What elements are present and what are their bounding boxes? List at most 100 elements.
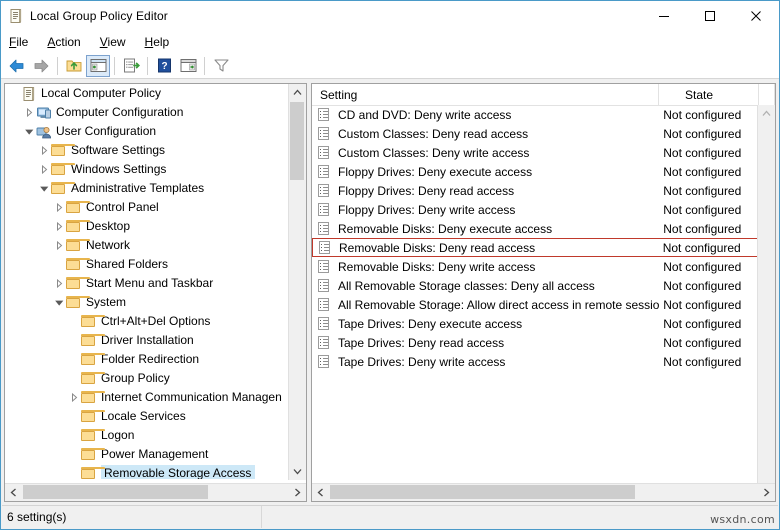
tree-item[interactable]: Ctrl+Alt+Del Options — [5, 312, 289, 331]
tree-scroll-right-arrow[interactable] — [289, 484, 306, 501]
list-horizontal-scrollbar[interactable] — [312, 483, 775, 501]
folder-icon — [66, 295, 90, 311]
tree-item[interactable]: System — [5, 293, 289, 312]
main-content: Local Computer Policy Computer Configurat… — [1, 80, 779, 524]
forward-icon[interactable] — [29, 55, 53, 77]
tree-item[interactable]: Desktop — [5, 217, 289, 236]
table-row[interactable]: Custom Classes: Deny write access Not con… — [312, 143, 758, 162]
tree-item[interactable]: Local Computer Policy — [5, 84, 289, 103]
tree-item[interactable]: Software Settings — [5, 141, 289, 160]
table-row[interactable]: CD and DVD: Deny write access Not configu… — [312, 105, 758, 124]
minimize-button[interactable] — [641, 1, 687, 31]
table-row[interactable]: Removable Disks: Deny execute access Not … — [312, 219, 758, 238]
folder-icon — [66, 238, 90, 254]
tree-item[interactable]: Locale Services — [5, 407, 289, 426]
back-icon[interactable] — [5, 55, 29, 77]
table-row[interactable]: Tape Drives: Deny write access Not config… — [312, 352, 758, 371]
chevron-right-icon[interactable] — [38, 141, 51, 160]
menu-view[interactable]: View — [100, 35, 126, 49]
tree-item[interactable]: Internet Communication Managen — [5, 388, 289, 407]
tree-item[interactable]: Shared Folders — [5, 255, 289, 274]
table-row[interactable]: Custom Classes: Deny read access Not conf… — [312, 124, 758, 143]
table-row[interactable]: Floppy Drives: Deny write access Not conf… — [312, 200, 758, 219]
settings-list-panel[interactable]: Setting State CD and DVD: Deny write acc… — [311, 83, 776, 502]
tree-vertical-scrollbar[interactable] — [288, 84, 306, 480]
policy-setting-icon — [317, 183, 333, 199]
tree-scrollbar-thumb[interactable] — [290, 102, 304, 180]
table-row[interactable]: All Removable Storage classes: Deny all … — [312, 276, 758, 295]
chevron-down-icon[interactable] — [53, 293, 66, 312]
tree-item[interactable]: Power Management — [5, 445, 289, 464]
chevron-right-icon[interactable] — [38, 160, 51, 179]
column-header-state[interactable]: State — [659, 84, 759, 105]
setting-state-cell: Not configured — [662, 240, 741, 255]
show-hide-action-pane-icon[interactable] — [176, 55, 200, 77]
tree-item[interactable]: Administrative Templates — [5, 179, 289, 198]
chevron-right-icon[interactable] — [53, 236, 66, 255]
chevron-right-icon[interactable] — [53, 217, 66, 236]
title-bar: Local Group Policy Editor — [1, 1, 779, 31]
list-scroll-left-arrow[interactable] — [312, 484, 329, 501]
show-hide-console-tree-icon[interactable] — [86, 54, 110, 77]
console-tree-panel[interactable]: Local Computer Policy Computer Configurat… — [4, 83, 307, 502]
table-row[interactable]: Removable Disks: Deny write access Not co… — [312, 257, 758, 276]
tree-item[interactable]: Control Panel — [5, 198, 289, 217]
settings-list[interactable]: CD and DVD: Deny write access Not configu… — [312, 105, 758, 485]
tree-item[interactable]: Network — [5, 236, 289, 255]
export-list-icon[interactable] — [119, 55, 143, 77]
tree-item-label: Removable Storage Access — [101, 465, 256, 479]
tree-item[interactable]: Removable Storage Access — [5, 464, 289, 479]
policy-setting-icon — [317, 221, 333, 237]
up-folder-icon[interactable] — [62, 55, 86, 77]
chevron-right-icon[interactable] — [23, 103, 36, 122]
toolbar-separator-4 — [204, 56, 205, 75]
maximize-button[interactable] — [687, 1, 733, 31]
tree-item[interactable]: Computer Configuration — [5, 103, 289, 122]
tree-item[interactable]: User Configuration — [5, 122, 289, 141]
tree-item[interactable]: Group Policy — [5, 369, 289, 388]
table-row[interactable]: Tape Drives: Deny read access Not configu… — [312, 333, 758, 352]
table-row[interactable]: All Removable Storage: Allow direct acce… — [312, 295, 758, 314]
tree-scroll-up-arrow[interactable] — [289, 84, 306, 101]
chevron-down-icon[interactable] — [23, 122, 36, 141]
column-header-setting[interactable]: Setting — [312, 84, 659, 105]
list-vertical-scrollbar[interactable] — [757, 105, 775, 501]
tree-scroll-left-arrow[interactable] — [5, 484, 22, 501]
list-scroll-right-arrow[interactable] — [758, 484, 775, 501]
tree-scroll-down-arrow[interactable] — [289, 463, 306, 480]
help-icon[interactable]: ? — [152, 55, 176, 77]
chevron-right-icon[interactable] — [53, 274, 66, 293]
list-hscrollbar-thumb[interactable] — [330, 485, 635, 499]
chevron-down-icon[interactable] — [38, 179, 51, 198]
menu-help[interactable]: Help — [145, 35, 170, 49]
tree-hscrollbar-thumb[interactable] — [23, 485, 208, 499]
menu-action[interactable]: Action — [47, 35, 80, 49]
tree-item[interactable]: Start Menu and Taskbar — [5, 274, 289, 293]
table-row[interactable]: Floppy Drives: Deny execute access Not co… — [312, 162, 758, 181]
filter-icon[interactable] — [209, 55, 233, 77]
policy-setting-icon — [317, 259, 333, 275]
list-scroll-up-arrow[interactable] — [758, 105, 775, 122]
window-controls — [641, 1, 779, 31]
menu-file[interactable]: File — [9, 35, 28, 49]
table-row[interactable]: Tape Drives: Deny execute access Not conf… — [312, 314, 758, 333]
tree-item[interactable]: Driver Installation — [5, 331, 289, 350]
table-row[interactable]: Floppy Drives: Deny read access Not confi… — [312, 181, 758, 200]
tree-horizontal-scrollbar[interactable] — [5, 483, 306, 501]
folder-icon — [51, 143, 75, 159]
chevron-right-icon[interactable] — [53, 198, 66, 217]
folder-icon — [81, 333, 105, 349]
table-row-highlighted[interactable]: Removable Disks: Deny read access Not con… — [312, 238, 758, 257]
console-tree[interactable]: Local Computer Policy Computer Configurat… — [5, 84, 289, 479]
policy-setting-icon — [317, 335, 333, 351]
close-button[interactable] — [733, 1, 779, 31]
tree-item[interactable]: Windows Settings — [5, 160, 289, 179]
tree-item[interactable]: Logon — [5, 426, 289, 445]
setting-state-cell: Not configured — [663, 259, 742, 274]
policy-setting-icon — [317, 202, 333, 218]
chevron-right-icon[interactable] — [68, 388, 81, 407]
policy-document-icon — [8, 8, 24, 24]
tree-item[interactable]: Folder Redirection — [5, 350, 289, 369]
